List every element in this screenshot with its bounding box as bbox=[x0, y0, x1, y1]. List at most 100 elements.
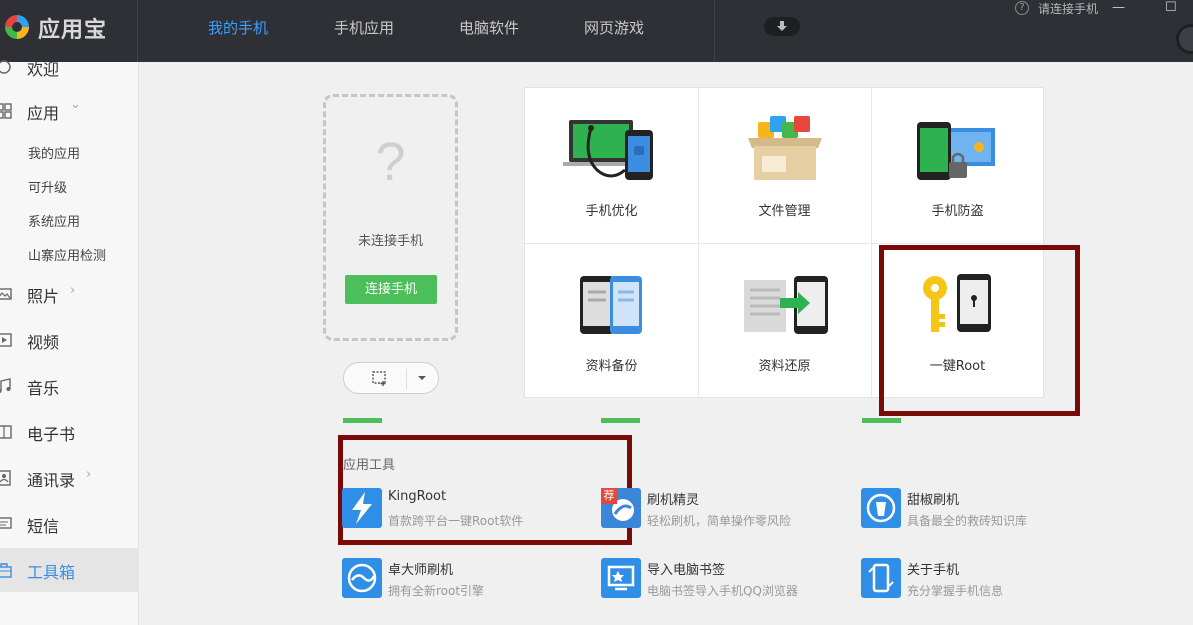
connect-phone-link[interactable]: 请连接手机 bbox=[1038, 0, 1098, 17]
phone-lock-icon bbox=[917, 122, 995, 180]
minimize-button[interactable]: — bbox=[1112, 0, 1125, 15]
tool-about-phone[interactable]: 关于手机 充分掌握手机信息 bbox=[861, 558, 1111, 602]
sidebar-item-photos[interactable]: 照片 › bbox=[0, 272, 139, 316]
tool-desc: 轻松刷机，简单操作零风险 bbox=[647, 514, 792, 528]
sidebar-item-label: 电子书 bbox=[27, 425, 76, 444]
music-icon bbox=[0, 378, 11, 393]
tab-pc-software[interactable]: 电脑软件 bbox=[459, 17, 519, 38]
sidebar-item-label: 应用 bbox=[27, 104, 60, 123]
tianjiao-icon bbox=[861, 488, 901, 528]
button-divider bbox=[406, 369, 407, 389]
sidebar-item-apps[interactable]: 应用 ⌄ bbox=[0, 89, 139, 133]
sidebar-item-music[interactable]: 音乐 bbox=[0, 364, 139, 408]
tile-label: 手机优化 bbox=[585, 204, 638, 219]
sidebar-sub-fake-app-check[interactable]: 山寨应用检测 bbox=[28, 245, 106, 264]
tool-shuaji-jingling[interactable]: 荐 刷机精灵 轻松刷机，简单操作零风险 bbox=[601, 488, 851, 532]
tool-desc: 充分掌握手机信息 bbox=[907, 584, 1004, 598]
tool-name: 卓大师刷机 bbox=[388, 563, 454, 578]
tool-desc: 拥有全新root引擎 bbox=[388, 584, 485, 598]
sidebar-sub-my-apps[interactable]: 我的应用 bbox=[28, 143, 80, 162]
help-icon[interactable]: ? bbox=[1015, 1, 1029, 15]
tool-tianjiao[interactable]: 甜椒刷机 具备最全的救砖知识库 bbox=[861, 488, 1111, 532]
sidebar-item-ebook[interactable]: 电子书 bbox=[0, 410, 139, 454]
tile-label: 资料备份 bbox=[585, 359, 638, 374]
tool-desc: 首款跨平台一键Root软件 bbox=[388, 514, 524, 528]
sidebar-item-label: 视频 bbox=[27, 333, 60, 352]
green-stub bbox=[343, 418, 382, 423]
sidebar-item-toolbox[interactable]: 工具箱 bbox=[0, 548, 139, 592]
highlight-box-root bbox=[879, 245, 1080, 416]
tool-import-bookmarks[interactable]: 导入电脑书签 电脑书签导入手机QQ浏览器 bbox=[601, 558, 851, 602]
phone-placeholder: ? 未连接手机 连接手机 bbox=[323, 94, 458, 341]
book-icon bbox=[0, 425, 12, 439]
message-icon bbox=[0, 517, 12, 529]
sidebar-item-label: 音乐 bbox=[27, 379, 60, 398]
download-icon bbox=[777, 21, 787, 31]
tool-name: 甜椒刷机 bbox=[907, 493, 960, 508]
maximize-button[interactable]: ☐ bbox=[1165, 0, 1177, 15]
phone-status-text: 未连接手机 bbox=[357, 234, 423, 249]
avatar[interactable] bbox=[1176, 24, 1193, 54]
tile-anti-theft[interactable]: 手机防盗 bbox=[871, 88, 1044, 243]
top-bar: 应用宝 我的手机 手机应用 电脑软件 网页游戏 ? 请连接手机 — ☐ bbox=[0, 0, 1193, 62]
tool-desc: 具备最全的救砖知识库 bbox=[907, 514, 1028, 528]
shuaji-jingling-icon: 荐 bbox=[601, 488, 641, 528]
download-button[interactable] bbox=[764, 17, 800, 36]
tool-name: 关于手机 bbox=[907, 563, 960, 578]
tool-name: 导入电脑书签 bbox=[647, 563, 726, 578]
tile-file-manager[interactable]: 文件管理 bbox=[698, 88, 871, 243]
chevron-right-icon: › bbox=[70, 283, 76, 298]
green-stub bbox=[601, 418, 640, 423]
bookmark-import-icon bbox=[601, 558, 641, 598]
green-stub bbox=[862, 418, 901, 423]
tile-backup[interactable]: 资料备份 bbox=[525, 244, 698, 399]
stethoscope-laptop-icon bbox=[563, 120, 653, 180]
about-phone-icon bbox=[861, 558, 901, 598]
sidebar-item-label: 照片 bbox=[27, 287, 60, 306]
caret-down-icon[interactable] bbox=[416, 372, 428, 384]
phones-backup-icon bbox=[580, 276, 642, 334]
tab-my-phone[interactable]: 我的手机 bbox=[208, 17, 268, 38]
recommended-badge: 荐 bbox=[601, 488, 617, 504]
contacts-icon bbox=[0, 470, 11, 486]
tile-label: 手机防盗 bbox=[931, 204, 984, 219]
sidebar-item-label: 欢迎 bbox=[27, 60, 60, 79]
sidebar-item-sms[interactable]: 短信 bbox=[0, 502, 139, 546]
screenshot-button[interactable] bbox=[343, 362, 439, 394]
app-title: 应用宝 bbox=[38, 18, 108, 43]
sidebar-item-contacts[interactable]: 通讯录 › bbox=[0, 456, 139, 500]
tool-name: 刷机精灵 bbox=[647, 493, 700, 508]
tab-phone-apps[interactable]: 手机应用 bbox=[334, 17, 394, 38]
sidebar-sub-updates[interactable]: 可升级 bbox=[28, 177, 67, 196]
sidebar-item-label: 工具箱 bbox=[27, 563, 76, 582]
sidebar-item-label: 短信 bbox=[27, 517, 60, 536]
kingroot-icon bbox=[342, 488, 382, 528]
chevron-down-icon: ⌄ bbox=[70, 97, 81, 112]
chevron-right-icon: › bbox=[86, 467, 92, 482]
tile-label: 资料还原 bbox=[758, 359, 811, 374]
video-icon bbox=[0, 333, 12, 347]
apps-grid-icon bbox=[0, 103, 12, 119]
section-title: 应用工具 bbox=[343, 458, 396, 473]
tab-web-games[interactable]: 网页游戏 bbox=[584, 17, 644, 38]
sidebar-item-label: 通讯录 bbox=[27, 471, 76, 490]
tile-phone-optimize[interactable]: 手机优化 bbox=[525, 88, 698, 243]
nav-divider bbox=[714, 0, 715, 62]
restore-arrow-icon bbox=[744, 276, 828, 334]
question-mark-icon: ? bbox=[375, 132, 406, 192]
tool-kingroot[interactable]: KingRoot 首款跨平台一键Root软件 bbox=[342, 488, 592, 532]
file-box-icon bbox=[748, 116, 822, 180]
screenshot-crop-icon[interactable] bbox=[371, 370, 391, 388]
tool-name: KingRoot bbox=[388, 489, 447, 504]
sidebar-item-welcome[interactable]: 欢迎 bbox=[0, 45, 139, 89]
sidebar: 欢迎 应用 ⌄ 我的应用 可升级 系统应用 山寨应用检测 照片 › 视频 音乐 … bbox=[0, 60, 139, 625]
tool-desc: 电脑书签导入手机QQ浏览器 bbox=[647, 584, 798, 598]
tile-restore[interactable]: 资料还原 bbox=[698, 244, 871, 399]
welcome-icon bbox=[0, 60, 11, 74]
connect-phone-button[interactable]: 连接手机 bbox=[345, 275, 437, 304]
toolbox-icon bbox=[0, 563, 12, 578]
zhuodashi-icon bbox=[342, 558, 382, 598]
sidebar-sub-system-apps[interactable]: 系统应用 bbox=[28, 211, 80, 230]
sidebar-item-video[interactable]: 视频 bbox=[0, 318, 139, 362]
tool-zhuodashi[interactable]: 卓大师刷机 拥有全新root引擎 bbox=[342, 558, 592, 602]
